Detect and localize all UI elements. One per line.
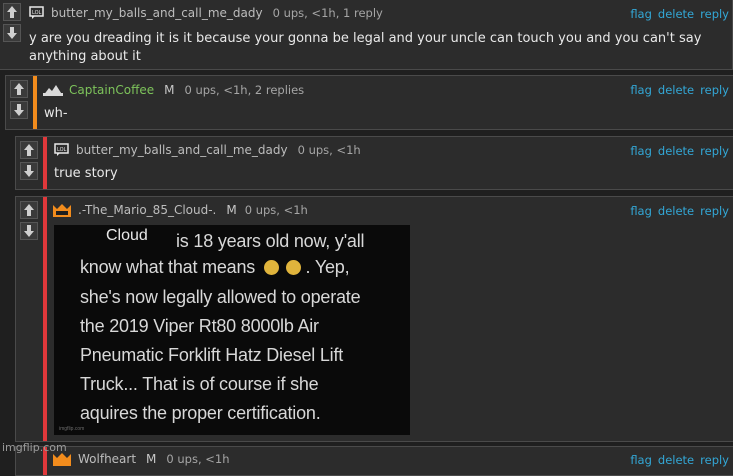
comment-text: wh-	[44, 106, 68, 121]
comment-actions: flag delete reply	[630, 453, 729, 467]
comment-header: CaptainCoffee M 0 ups, <1h, 2 replies	[43, 82, 304, 98]
delete-link[interactable]: delete	[658, 7, 694, 21]
reply-link[interactable]: reply	[700, 83, 729, 97]
flag-link[interactable]: flag	[630, 144, 652, 158]
comment-meta: 0 ups, <1h, 1 reply	[272, 6, 383, 20]
arrow-down-icon	[24, 225, 34, 237]
vote-controls	[18, 137, 40, 180]
downvote-button[interactable]	[20, 162, 38, 180]
username[interactable]: CaptainCoffee	[69, 83, 154, 97]
flag-link[interactable]: flag	[630, 453, 652, 467]
comment-meta: 0 ups, <1h	[297, 143, 361, 157]
delete-link[interactable]: delete	[658, 144, 694, 158]
delete-link[interactable]: delete	[658, 453, 694, 467]
comment-header: Wolfheart M 0 ups, <1h	[52, 451, 230, 467]
delete-link[interactable]: delete	[658, 204, 694, 218]
thread-bar	[33, 76, 37, 129]
upvote-button[interactable]	[3, 3, 21, 21]
comment-actions: flag delete reply	[630, 204, 729, 218]
downvote-button[interactable]	[20, 222, 38, 240]
arrow-down-icon	[24, 165, 34, 177]
vote-controls	[18, 197, 40, 240]
arrow-down-icon	[7, 27, 17, 39]
reply-link[interactable]: reply	[700, 144, 729, 158]
meme-line: aquires the proper certification.	[80, 403, 321, 423]
comment-header: LOL butter_my_balls_and_call_me_dady 0 u…	[29, 5, 383, 21]
mountain-icon	[43, 84, 63, 96]
smirk-emoji-icon	[263, 260, 279, 275]
comment-header: LOL butter_my_balls_and_call_me_dady 0 u…	[54, 142, 361, 158]
svg-text:LOL: LOL	[32, 10, 42, 16]
downvote-button[interactable]	[10, 101, 28, 119]
meme-line: Truck... That is of course if she	[80, 374, 319, 394]
comment-text: true story	[54, 166, 118, 181]
smirk-emoji-icon	[285, 260, 301, 275]
meme-line: Pneumatic Forklift Hatz Diesel Lift	[80, 345, 344, 365]
delete-link[interactable]: delete	[658, 83, 694, 97]
comment-3: LOL butter_my_balls_and_call_me_dady 0 u…	[15, 136, 733, 190]
meme-watermark: imgflip.com	[59, 426, 85, 432]
mod-badge: M	[226, 203, 237, 217]
flag-link[interactable]: flag	[630, 7, 652, 21]
comment-2: CaptainCoffee M 0 ups, <1h, 2 replies fl…	[5, 75, 733, 130]
comment-text: y are you dreading it is it because your…	[29, 31, 702, 64]
meme-line-with-emoji: know what that means . Yep,	[80, 255, 350, 279]
arrow-up-icon	[24, 144, 34, 156]
reply-link[interactable]: reply	[700, 7, 729, 21]
username[interactable]: .-The_Mario_85_Cloud-.	[78, 203, 216, 217]
meme-yep-text: . Yep,	[305, 257, 350, 277]
mod-badge: M	[164, 83, 175, 97]
imgflip-watermark: imgflip.com	[2, 441, 67, 454]
meme-line-text: know what that means	[80, 257, 256, 277]
meme-cloud-label: Cloud	[106, 227, 148, 244]
meme-line: she's now legally allowed to operate	[80, 287, 361, 307]
flag-link[interactable]: flag	[630, 204, 652, 218]
comment-meta: 0 ups, <1h	[244, 203, 308, 217]
comment-4: .-The_Mario_85_Cloud-. M 0 ups, <1h flag…	[15, 196, 733, 442]
meme-image[interactable]: Cloud is 18 years old now, y'all know wh…	[54, 225, 410, 435]
comment-actions: flag delete reply	[630, 144, 729, 158]
username[interactable]: Wolfheart	[78, 452, 136, 466]
arrow-up-icon	[14, 83, 24, 95]
meme-line: the 2019 Viper Rt80 8000lb Air	[80, 316, 319, 336]
downvote-button[interactable]	[3, 24, 21, 42]
upvote-button[interactable]	[20, 141, 38, 159]
comment-meta: 0 ups, <1h, 2 replies	[184, 83, 305, 97]
lol-flag-icon: LOL	[29, 6, 45, 20]
comment-actions: flag delete reply	[630, 83, 729, 97]
svg-text:LOL: LOL	[57, 147, 67, 153]
flag-link[interactable]: flag	[630, 83, 652, 97]
username[interactable]: butter_my_balls_and_call_me_dady	[76, 143, 288, 157]
comment-meta: 0 ups, <1h	[166, 452, 230, 466]
arrow-down-icon	[14, 104, 24, 116]
lol-flag-icon: LOL	[54, 143, 70, 157]
reply-link[interactable]: reply	[700, 453, 729, 467]
vote-controls	[8, 76, 30, 119]
username[interactable]: butter_my_balls_and_call_me_dady	[51, 6, 263, 20]
comment-5: Wolfheart M 0 ups, <1h flag delete reply	[15, 446, 733, 476]
vote-controls	[1, 0, 23, 42]
thread-bar	[43, 137, 47, 189]
comment-header: .-The_Mario_85_Cloud-. M 0 ups, <1h	[52, 202, 308, 218]
arrow-up-icon	[24, 204, 34, 216]
arrow-up-icon	[7, 6, 17, 18]
mod-badge: M	[146, 452, 157, 466]
meme-line: is 18 years old now, y'all	[176, 231, 365, 251]
crown-icon	[52, 202, 72, 218]
reply-link[interactable]: reply	[700, 204, 729, 218]
comment-1: LOL butter_my_balls_and_call_me_dady 0 u…	[0, 0, 733, 70]
upvote-button[interactable]	[20, 201, 38, 219]
comment-actions: flag delete reply	[630, 7, 729, 21]
upvote-button[interactable]	[10, 80, 28, 98]
thread-bar	[43, 197, 47, 441]
